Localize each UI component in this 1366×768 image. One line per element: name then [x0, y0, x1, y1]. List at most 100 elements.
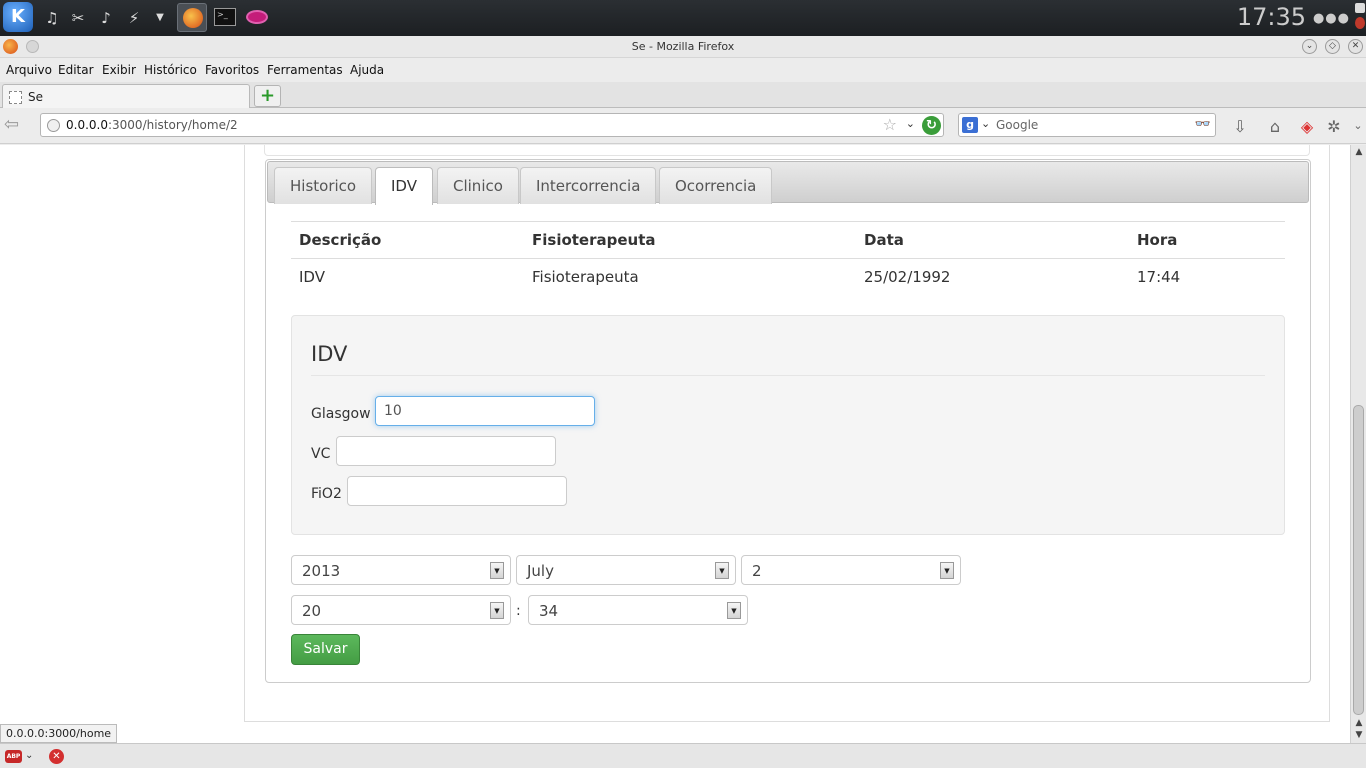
kde-launcher-icon[interactable]: K [3, 2, 33, 32]
taskbar-terminal[interactable]: >_ [210, 3, 240, 32]
year-select[interactable]: 2013 ▼ [291, 555, 511, 585]
header-fisioterapeuta: Fisioterapeuta [532, 231, 656, 249]
year-value: 2013 [302, 562, 341, 580]
maximize-button[interactable]: ◇ [1325, 39, 1340, 54]
dropdown-arrow-icon[interactable]: ▼ [490, 562, 504, 579]
idv-form: IDV Glasgow VC FiO2 [291, 315, 1285, 535]
firefox-icon [183, 8, 203, 28]
menu-ferramentas[interactable]: Ferramentas [267, 63, 343, 77]
browser-tabstrip: Se + [0, 82, 1366, 109]
url-bar[interactable]: 0.0.0.0:3000/history/home/2 ☆ ⌄ ↻ [40, 113, 944, 137]
dropdown-arrow-icon[interactable]: ▼ [490, 602, 504, 619]
site-identity-icon[interactable] [47, 119, 60, 132]
search-engine-dropdown-icon[interactable]: ⌄ [981, 117, 990, 130]
home-icon[interactable]: ⌂ [1264, 117, 1286, 136]
vc-input[interactable] [336, 436, 556, 466]
page-container: Historico IDV Clinico Intercorrencia Oco… [244, 145, 1330, 722]
scroll-up-icon[interactable]: ▲ [1353, 146, 1365, 158]
menu-historico[interactable]: Histórico [144, 63, 197, 77]
cell-hora: 17:44 [1137, 268, 1181, 286]
volume-icon[interactable]: ♪ [96, 8, 116, 28]
url-text[interactable]: 0.0.0.0:3000/history/home/2 [66, 118, 238, 132]
url-path: :3000/history/home/2 [107, 118, 238, 132]
url-history-dropdown-icon[interactable]: ⌄ [906, 117, 915, 130]
cell-descricao: IDV [299, 268, 325, 286]
scroll-down-icon[interactable]: ▲ [1353, 717, 1365, 729]
tab-clinico[interactable]: Clinico [437, 167, 519, 204]
google-engine-icon[interactable]: g [962, 117, 978, 133]
page-favicon-icon [9, 91, 22, 104]
downloads-icon[interactable]: ⇩ [1229, 117, 1251, 136]
cell-data: 25/02/1992 [864, 268, 951, 286]
scroll-down-icon[interactable]: ▼ [1353, 729, 1365, 741]
toolbar-overflow-icon[interactable]: ⌄ [1347, 119, 1366, 132]
day-select[interactable]: 2 ▼ [741, 555, 961, 585]
close-window-button[interactable]: ✕ [1348, 39, 1363, 54]
tab-intercorrencia[interactable]: Intercorrencia [520, 167, 657, 204]
tab-idv[interactable]: IDV [375, 167, 433, 205]
hour-value: 20 [302, 602, 322, 620]
adblock-icon[interactable]: ABP [5, 750, 22, 763]
close-addon-icon[interactable]: ✕ [49, 749, 64, 764]
header-hora: Hora [1137, 231, 1178, 249]
tab-bar: Historico IDV Clinico Intercorrencia Oco… [267, 161, 1309, 205]
menu-editar[interactable]: Editar [58, 63, 94, 77]
menu-favoritos[interactable]: Favoritos [205, 63, 259, 77]
scrollbar-thumb[interactable] [1353, 405, 1364, 715]
taskbar-firefox[interactable] [177, 3, 207, 32]
taskbar-eye-app[interactable] [242, 3, 272, 32]
binoculars-icon[interactable]: 👓 [1195, 117, 1211, 132]
search-input[interactable]: Google [996, 118, 1038, 132]
music-icon[interactable]: ♫ [42, 8, 62, 28]
panel-more-icon[interactable]: ●●● [1313, 11, 1350, 26]
reload-icon[interactable]: ↻ [922, 116, 941, 135]
tab-historico[interactable]: Historico [274, 167, 373, 204]
back-button[interactable]: ⇦ [4, 116, 30, 136]
dropdown-arrow-icon[interactable]: ▼ [715, 562, 729, 579]
page-scrollbar[interactable]: ▲ ▲ ▼ [1350, 145, 1366, 743]
menu-ajuda[interactable]: Ajuda [350, 63, 384, 77]
glasgow-input[interactable] [375, 396, 595, 426]
minimize-button[interactable]: ⌄ [1302, 39, 1317, 54]
form-legend: IDV [311, 342, 1265, 376]
month-value: July [527, 562, 554, 580]
status-link: 0.0.0.0:3000/home [0, 724, 118, 743]
page-viewport: Historico IDV Clinico Intercorrencia Oco… [0, 145, 1350, 743]
clock: 17:35 [1236, 3, 1306, 31]
network-icon[interactable]: ⚡ [124, 8, 144, 28]
minute-value: 34 [539, 602, 559, 620]
dropdown-arrow-icon[interactable]: ▼ [940, 562, 954, 579]
addon-bar: ABP ⌄ ✕ [0, 743, 1366, 768]
vc-label: VC [311, 446, 331, 462]
tools-icon[interactable]: ✂ [68, 8, 88, 28]
history-table: Descrição Fisioterapeuta Data Hora IDV F… [291, 221, 1285, 295]
table-row[interactable]: IDV Fisioterapeuta 25/02/1992 17:44 [291, 258, 1285, 295]
dropdown-arrow-icon[interactable]: ▼ [727, 602, 741, 619]
url-host: 0.0.0.0 [66, 118, 108, 132]
bug-icon[interactable]: ✲ [1323, 117, 1345, 136]
new-tab-button[interactable]: + [254, 85, 281, 107]
browser-tab-label: Se [28, 90, 43, 104]
eye-icon [246, 10, 268, 24]
tray-dropdown-icon[interactable]: ▼ [150, 8, 170, 28]
fio2-input[interactable] [347, 476, 567, 506]
menu-exibir[interactable]: Exibir [102, 63, 136, 77]
header-strip [264, 145, 1310, 156]
addon-icon[interactable]: ◈ [1296, 117, 1318, 136]
header-descricao: Descrição [299, 231, 382, 249]
day-value: 2 [752, 562, 762, 580]
glasgow-label: Glasgow [311, 406, 371, 422]
month-select[interactable]: July ▼ [516, 555, 736, 585]
browser-tab[interactable]: Se [2, 84, 250, 109]
bookmark-star-icon[interactable]: ☆ [883, 115, 897, 134]
tab-ocorrencia[interactable]: Ocorrencia [659, 167, 773, 204]
menu-arquivo[interactable]: Arquivo [6, 63, 52, 77]
fio2-label: FiO2 [311, 486, 342, 502]
minute-select[interactable]: 34 ▼ [528, 595, 748, 625]
power-icon[interactable] [1354, 0, 1366, 36]
hour-select[interactable]: 20 ▼ [291, 595, 511, 625]
adblock-dropdown-icon[interactable]: ⌄ [25, 750, 33, 761]
search-bar[interactable]: g ⌄ Google 👓 [958, 113, 1216, 137]
save-button[interactable]: Salvar [291, 634, 360, 665]
header-data: Data [864, 231, 904, 249]
